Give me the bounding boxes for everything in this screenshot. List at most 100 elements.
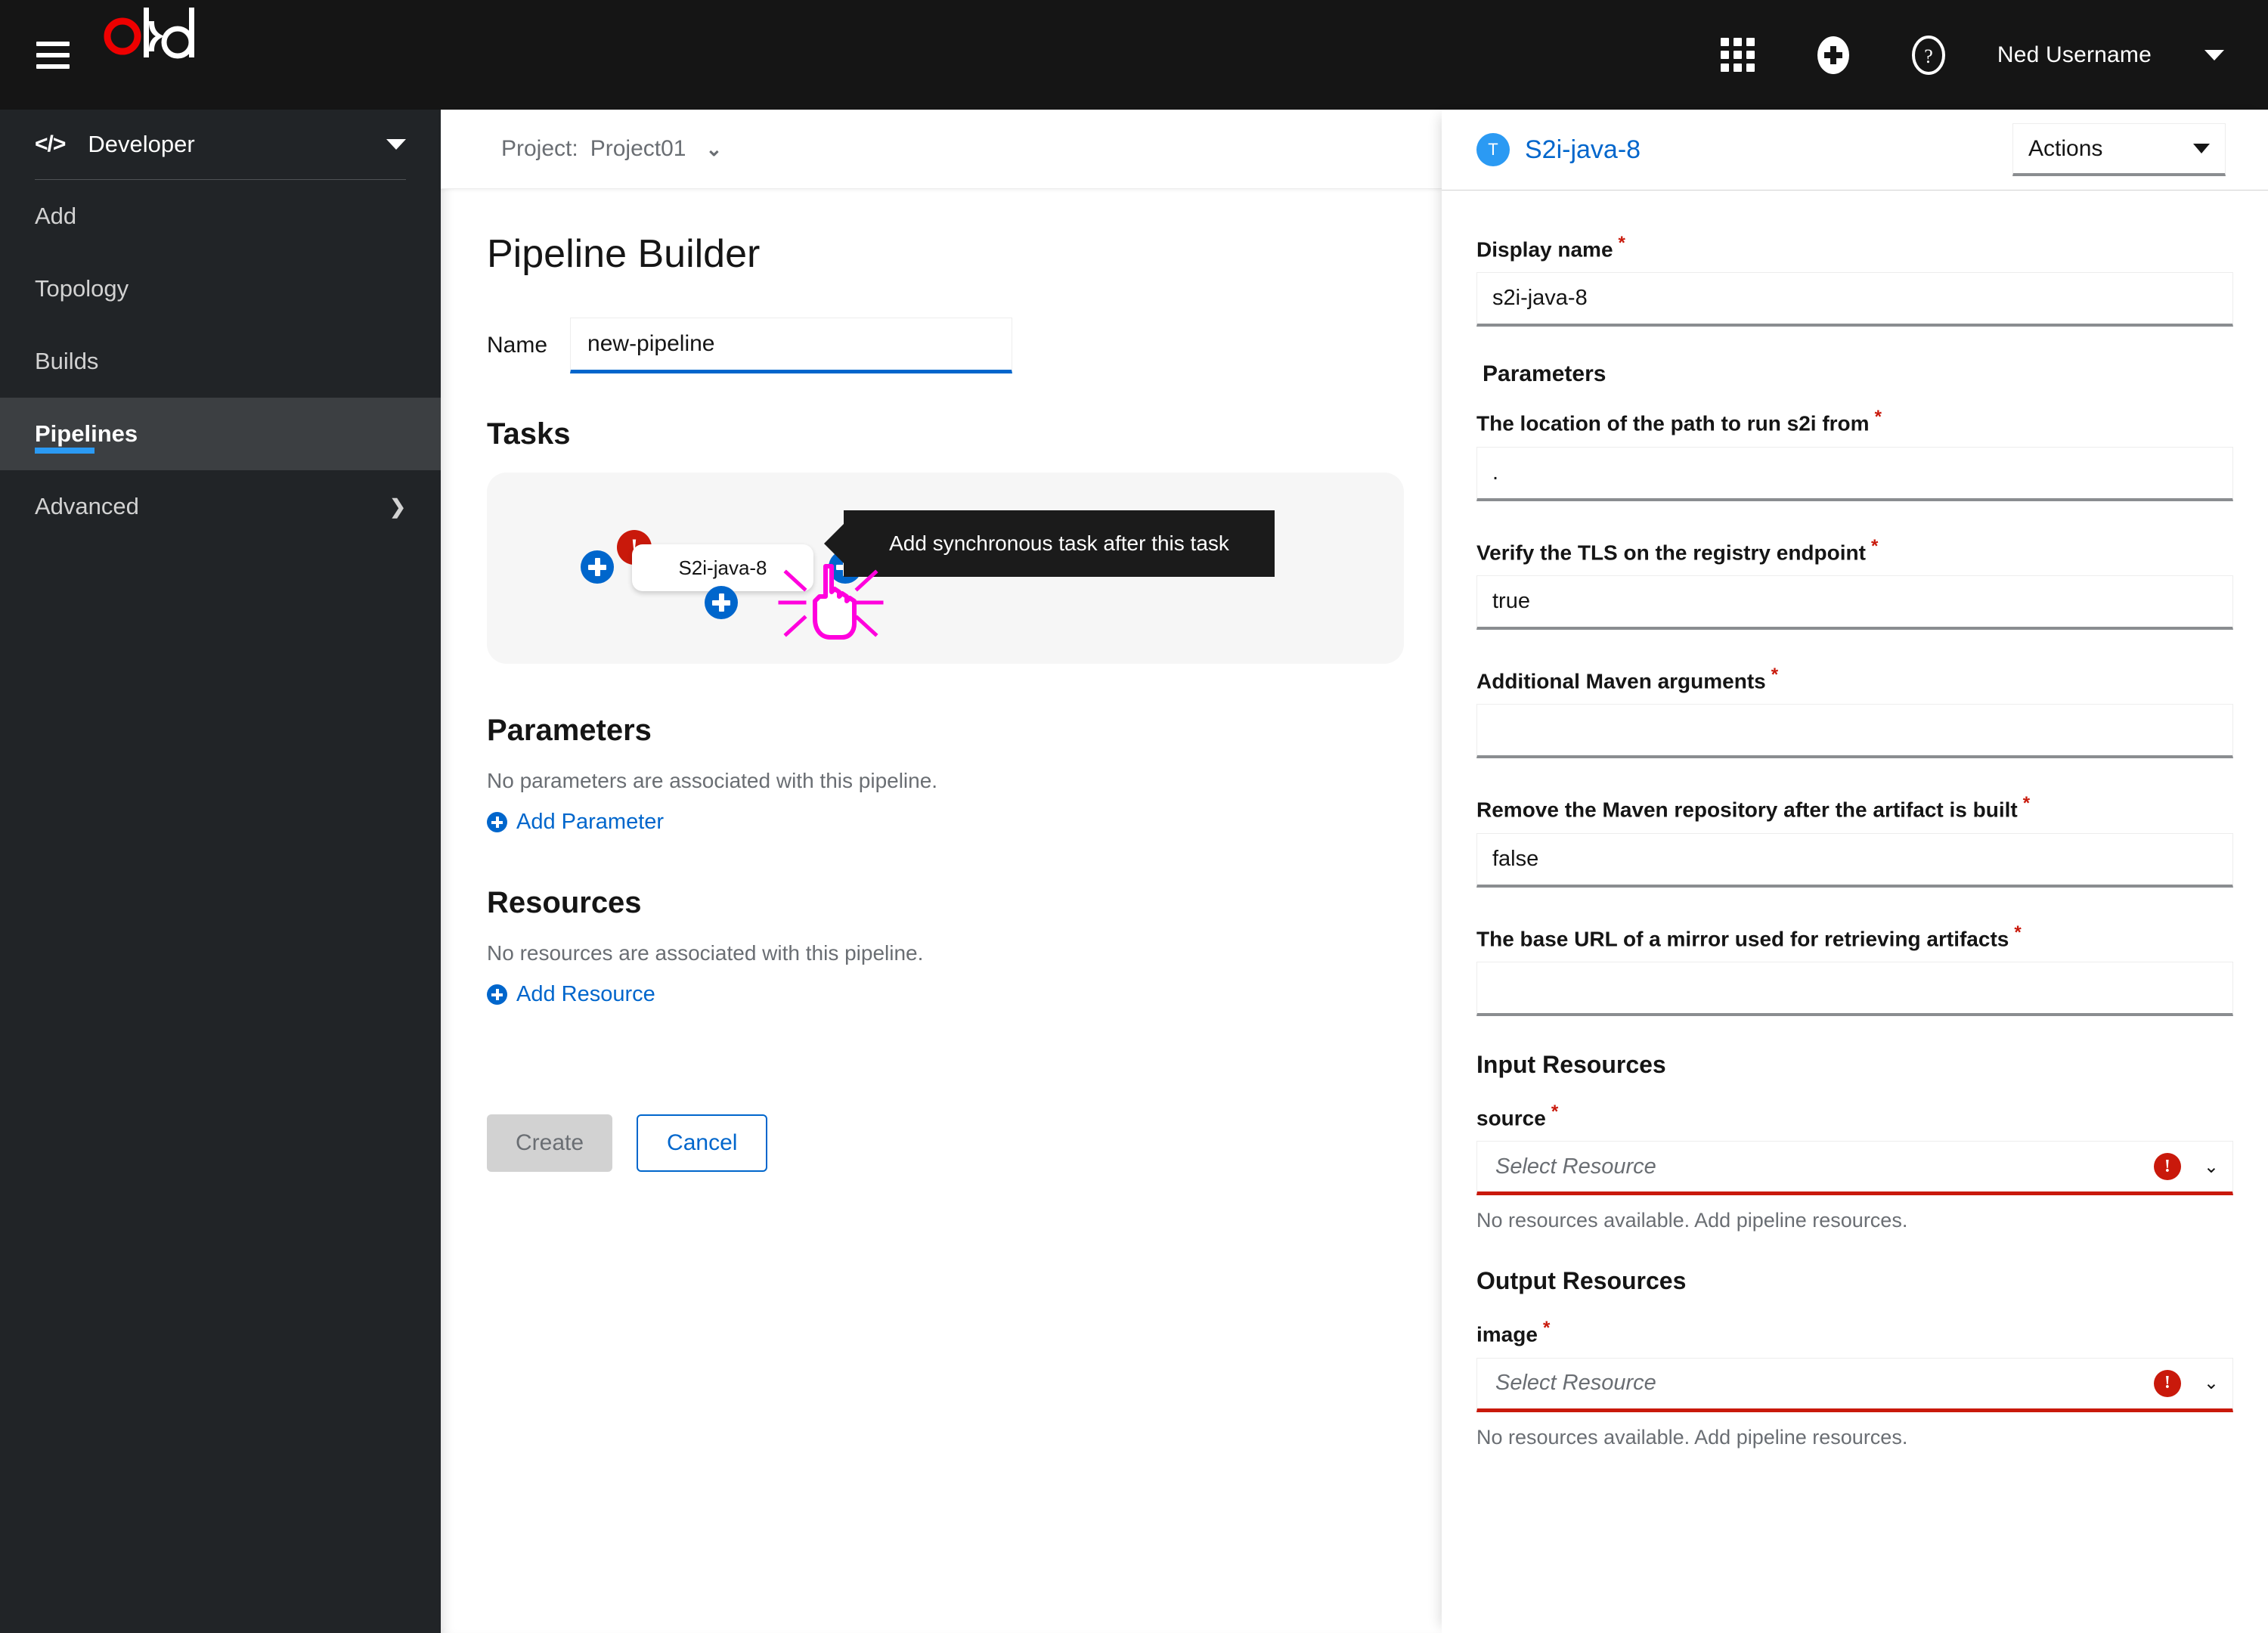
input-resource-source-field: source* Select Resource ! ⌄ No resources…: [1476, 1102, 2233, 1232]
apps-grid-icon[interactable]: [1715, 32, 1761, 79]
sidebar-item-advanced[interactable]: Advanced ❯: [0, 470, 441, 543]
add-resource-button[interactable]: Add Resource: [487, 982, 655, 1007]
param-label-text: Verify the TLS on the registry endpoint: [1476, 541, 1866, 564]
output-resource-label: image*: [1476, 1318, 2233, 1346]
add-parameter-button[interactable]: Add Parameter: [487, 810, 664, 835]
parameters-heading: Parameters: [487, 714, 1404, 748]
project-bar: Project: Project01 ⌄: [441, 110, 1442, 189]
param-label-text: The location of the path to run s2i from: [1476, 412, 1870, 435]
param-input[interactable]: [1476, 833, 2233, 888]
output-resource-helper-text: No resources available. Add pipeline res…: [1476, 1426, 2233, 1449]
add-resource-label: Add Resource: [516, 982, 655, 1007]
task-details-header: T S2i-java-8 Actions: [1442, 110, 2268, 191]
pipeline-builder-form: Pipeline Builder Name Tasks ! S2i-java-8…: [441, 189, 1442, 1172]
output-resources-heading: Output Resources: [1476, 1267, 2233, 1295]
param-label: Remove the Maven repository after the ar…: [1476, 793, 2233, 822]
pipeline-task-node[interactable]: S2i-java-8: [632, 544, 813, 591]
chevron-down-icon: [386, 139, 406, 150]
perspective-switcher[interactable]: </> Developer: [0, 110, 441, 179]
tasks-heading: Tasks: [487, 417, 1404, 451]
sidebar: </> Developer Add Topology Builds Pipeli…: [0, 110, 441, 1633]
sidebar-item-pipelines[interactable]: Pipelines: [0, 398, 441, 470]
add-parallel-task-icon[interactable]: [705, 586, 738, 619]
select-placeholder: Select Resource: [1495, 1371, 2154, 1396]
task-details-title[interactable]: S2i-java-8: [1525, 135, 1641, 165]
input-resource-label-text: source: [1476, 1106, 1546, 1129]
param-input[interactable]: [1476, 962, 2233, 1016]
chevron-right-icon: ❯: [389, 495, 406, 519]
param-input[interactable]: [1476, 575, 2233, 630]
sidebar-item-label: Builds: [35, 348, 98, 375]
add-task-before-icon[interactable]: [581, 550, 614, 584]
param-input[interactable]: [1476, 447, 2233, 501]
sidebar-item-topology[interactable]: Topology: [0, 253, 441, 325]
okd-logo-icon: [101, 0, 215, 60]
param-label: The base URL of a mirror used for retrie…: [1476, 922, 2233, 951]
param-label-text: The base URL of a mirror used for retrie…: [1476, 927, 2009, 950]
required-asterisk: *: [1875, 407, 1882, 427]
masthead: ? Ned Username: [0, 0, 2268, 110]
plus-circle-icon[interactable]: [1810, 32, 1857, 79]
actions-dropdown[interactable]: Actions: [2012, 123, 2226, 176]
exclamation-circle-icon: !: [2154, 1370, 2181, 1397]
output-resource-select[interactable]: Select Resource ! ⌄: [1476, 1358, 2233, 1412]
plus-circle-icon: [487, 812, 507, 832]
create-button[interactable]: Create: [487, 1114, 612, 1172]
input-resource-select-wrap: Select Resource ! ⌄: [1476, 1141, 2233, 1195]
sidebar-item-add[interactable]: Add: [0, 180, 441, 253]
param-label: Additional Maven arguments*: [1476, 665, 2233, 693]
param-label: The location of the path to run s2i from…: [1476, 407, 2233, 435]
required-asterisk: *: [1551, 1102, 1558, 1122]
pipeline-name-row: Name: [487, 318, 1404, 373]
tooltip: Add synchronous task after this task: [844, 510, 1275, 577]
pipeline-name-input[interactable]: [570, 318, 1012, 373]
parameters-empty-text: No parameters are associated with this p…: [487, 769, 1404, 793]
project-chevron-down-icon[interactable]: ⌄: [705, 138, 722, 161]
svg-text:?: ?: [1924, 45, 1933, 67]
sidebar-item-label: Add: [35, 203, 76, 230]
actions-dropdown-label: Actions: [2028, 136, 2102, 162]
param-label: Verify the TLS on the registry endpoint*: [1476, 536, 2233, 565]
param-input[interactable]: [1476, 704, 2233, 758]
required-asterisk: *: [1543, 1318, 1550, 1338]
param-field-remove-maven-repo: Remove the Maven repository after the ar…: [1476, 793, 2233, 887]
param-field-tls-verify: Verify the TLS on the registry endpoint*: [1476, 536, 2233, 630]
main-content: Project: Project01 ⌄ Pipeline Builder Na…: [441, 110, 1442, 1633]
project-label: Project:: [501, 136, 578, 162]
tasks-canvas: ! S2i-java-8 Add synchronous task after …: [487, 473, 1404, 664]
select-placeholder: Select Resource: [1495, 1154, 2154, 1179]
add-parameter-label: Add Parameter: [516, 810, 664, 835]
task-type-badge: T: [1476, 133, 1510, 166]
cancel-button[interactable]: Cancel: [637, 1114, 767, 1172]
sidebar-item-builds[interactable]: Builds: [0, 325, 441, 398]
display-name-input[interactable]: [1476, 272, 2233, 327]
okd-logo[interactable]: [101, 0, 215, 110]
resources-heading: Resources: [487, 886, 1404, 920]
input-resource-helper-text: No resources available. Add pipeline res…: [1476, 1209, 2233, 1232]
sidebar-item-label: Topology: [35, 275, 129, 302]
user-menu-caret-down-icon[interactable]: [2204, 50, 2224, 60]
username-label[interactable]: Ned Username: [1997, 42, 2152, 68]
task-details-panel: T S2i-java-8 Actions Display name * Param…: [1442, 110, 2268, 1633]
required-asterisk: *: [2023, 793, 2030, 813]
panel-parameters-heading: Parameters: [1483, 361, 2233, 387]
sidebar-item-label: Advanced: [35, 493, 139, 520]
active-indicator: [35, 448, 94, 454]
code-icon: </>: [35, 132, 65, 157]
input-resources-heading: Input Resources: [1476, 1051, 2233, 1079]
output-resource-select-wrap: Select Resource ! ⌄: [1476, 1358, 2233, 1412]
hamburger-icon[interactable]: [36, 42, 70, 69]
caret-down-icon: [2193, 144, 2210, 153]
input-resource-select[interactable]: Select Resource ! ⌄: [1476, 1141, 2233, 1195]
form-actions: Create Cancel: [487, 1114, 1404, 1172]
chevron-down-icon: ⌄: [2204, 1156, 2219, 1178]
resources-empty-text: No resources are associated with this pi…: [487, 941, 1404, 965]
exclamation-circle-icon: !: [2154, 1153, 2181, 1180]
sidebar-item-label: Pipelines: [35, 420, 138, 448]
display-name-label-text: Display name: [1476, 237, 1613, 261]
page-title: Pipeline Builder: [487, 231, 1404, 277]
required-asterisk: *: [2014, 922, 2021, 943]
chevron-down-icon: ⌄: [2204, 1372, 2219, 1394]
help-question-circle-icon[interactable]: ?: [1905, 32, 1952, 79]
param-label-text: Remove the Maven repository after the ar…: [1476, 798, 2018, 822]
